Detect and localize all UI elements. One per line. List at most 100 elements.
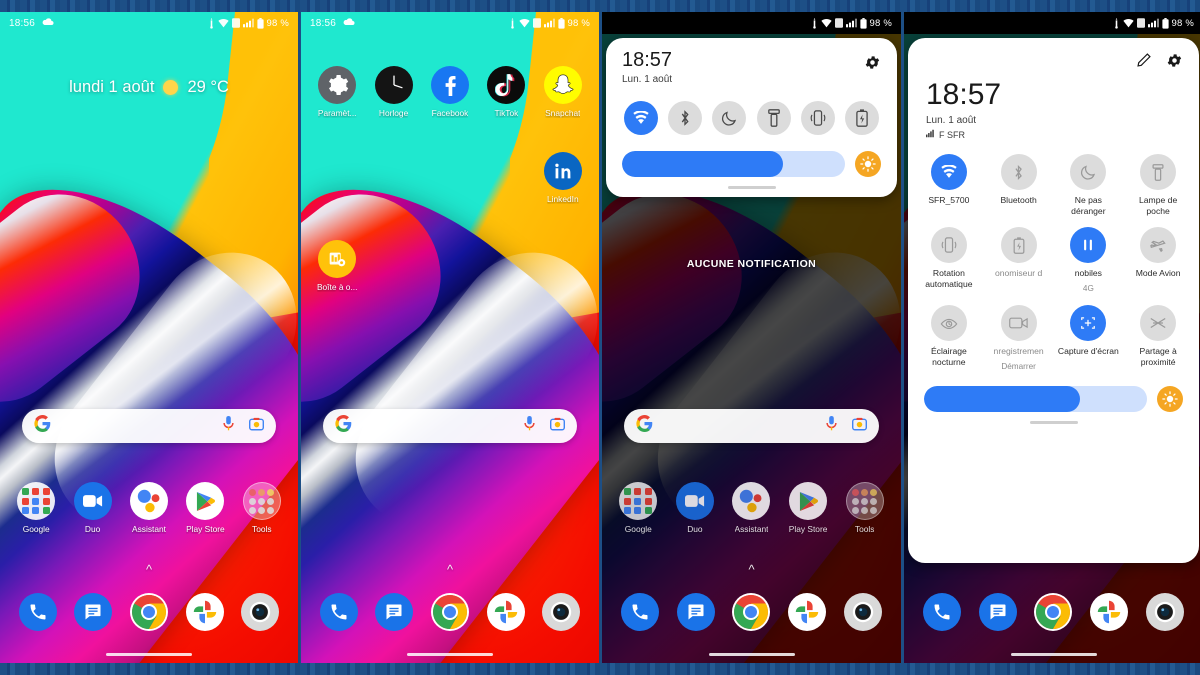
screen-record-icon: [1000, 305, 1037, 342]
toggle-flashlight[interactable]: [756, 101, 791, 135]
chrome-icon[interactable]: [129, 593, 168, 631]
lens-icon[interactable]: [550, 417, 565, 436]
app-google-folder[interactable]: Google: [610, 482, 667, 534]
tile-do-not-disturb[interactable]: Ne pas déranger: [1054, 154, 1124, 216]
nearby-share-icon: [1140, 305, 1177, 342]
app-assistant[interactable]: Assistant: [723, 482, 780, 534]
photos-icon[interactable]: [185, 593, 224, 631]
app-boite-a-outils[interactable]: Boîte à o...: [309, 240, 365, 292]
google-search-bar[interactable]: [22, 409, 276, 443]
drag-handle[interactable]: [1029, 421, 1078, 425]
gesture-bar[interactable]: [106, 653, 192, 656]
chrome-icon[interactable]: [1034, 593, 1073, 631]
phone-icon[interactable]: [922, 593, 961, 631]
app-google-folder[interactable]: Google: [8, 482, 64, 534]
tile-screenshot[interactable]: Capture d'écran: [1054, 305, 1124, 372]
app-facebook[interactable]: Facebook: [422, 66, 478, 118]
tile-mobile-data[interactable]: nobiles 4G: [1054, 227, 1124, 294]
lens-icon[interactable]: [852, 417, 867, 436]
tile-nearby-share[interactable]: Partage à proximité: [1123, 305, 1193, 372]
status-time: 18:56: [310, 17, 337, 29]
brightness-sl38[interactable]: [924, 386, 1147, 413]
tile-flashlight[interactable]: Lampe de poche: [1123, 154, 1193, 216]
pencil-icon[interactable]: [1136, 52, 1152, 74]
messages-icon[interactable]: [74, 593, 113, 631]
photos-icon[interactable]: [1090, 593, 1129, 631]
google-search-bar[interactable]: [323, 409, 577, 443]
app-drawer-arrow-icon[interactable]: ^: [602, 562, 901, 577]
app-tiktok[interactable]: TikTok: [478, 66, 534, 118]
phone-icon[interactable]: [18, 593, 57, 631]
tile-wifi[interactable]: SFR_5700: [914, 154, 984, 216]
gear-icon[interactable]: [1166, 52, 1183, 74]
app-snapchat[interactable]: Snapchat: [535, 66, 591, 118]
camera-icon[interactable]: [241, 593, 280, 631]
messages-icon[interactable]: [676, 593, 715, 631]
mic-icon[interactable]: [523, 416, 536, 436]
phone-icon[interactable]: [319, 593, 358, 631]
signal-icon: [1147, 18, 1159, 28]
app-horloge[interactable]: Horloge: [365, 66, 421, 118]
app-duo[interactable]: Duo: [64, 482, 120, 534]
chrome-icon[interactable]: [430, 593, 469, 631]
app-parametres[interactable]: Paramèt...: [309, 66, 365, 118]
messages-icon[interactable]: [978, 593, 1017, 631]
quick-settings-header: 18:57 Lun. 1 août: [606, 38, 897, 85]
app-tools-folder[interactable]: Tools: [836, 482, 893, 534]
toggle-wifi[interactable]: [624, 101, 658, 135]
drag-handle[interactable]: [727, 186, 776, 189]
battery-percent: 98 %: [1171, 17, 1194, 29]
google-search-bar[interactable]: [624, 409, 879, 443]
auto-brightness-button[interactable]: [855, 151, 881, 177]
camera-icon[interactable]: [1146, 593, 1185, 631]
mic-icon[interactable]: [825, 416, 838, 436]
panel-quick-settings-expanded: Google Duo Assistant Play Store: [904, 12, 1200, 663]
app-tools-folder[interactable]: Tools: [234, 482, 290, 534]
app-linkedin[interactable]: LinkedIn: [535, 152, 591, 204]
tile-auto-rotate[interactable]: Rotation automatique: [914, 227, 984, 294]
quick-settings-card: 18:57 Lun. 1 août F SFR SFR_5700 Bluetoo…: [908, 38, 1199, 563]
auto-brightness-button[interactable]: [1157, 386, 1183, 413]
camera-icon[interactable]: [542, 593, 581, 631]
app-drawer-arrow-icon[interactable]: ^: [0, 562, 298, 577]
google-g-icon: [335, 415, 352, 437]
gesture-bar[interactable]: [708, 653, 795, 656]
messages-icon[interactable]: [375, 593, 414, 631]
chrome-icon[interactable]: [732, 593, 771, 631]
toggle-do-not-disturb[interactable]: [712, 101, 747, 135]
phone-icon[interactable]: [620, 593, 659, 631]
tile-battery-saver[interactable]: onomiseur d: [984, 227, 1054, 294]
battery-percent: 98 %: [567, 17, 590, 29]
photos-icon[interactable]: [486, 593, 525, 631]
app-label: Paramèt...: [317, 108, 357, 118]
app-play-store[interactable]: Play Store: [177, 482, 233, 534]
photos-icon[interactable]: [788, 593, 827, 631]
quick-settings-header: [908, 38, 1199, 74]
tile-screen-record[interactable]: nregistremen Démarrer: [984, 305, 1054, 372]
tile-airplane-mode[interactable]: Mode Avion: [1123, 227, 1193, 294]
lens-icon[interactable]: [249, 417, 264, 436]
app-duo[interactable]: Duo: [667, 482, 724, 534]
app-label: Duo: [84, 524, 101, 534]
weather-widget[interactable]: lundi 1 août 29 °C: [0, 78, 298, 97]
tile-label: SFR_5700: [928, 195, 970, 205]
app-drawer-arrow-icon[interactable]: ^: [301, 562, 599, 577]
battery-percent: 98 %: [869, 17, 892, 29]
tile-bluetooth[interactable]: Bluetooth: [984, 154, 1054, 216]
clock-date: Lun. 1 août: [622, 74, 673, 85]
tile-night-light[interactable]: Éclairage nocturne: [914, 305, 984, 372]
app-assistant[interactable]: Assistant: [121, 482, 177, 534]
tile-label: nobiles: [1074, 268, 1102, 279]
gear-icon[interactable]: [864, 54, 881, 76]
app-play-store[interactable]: Play Store: [780, 482, 837, 534]
quick-settings-card: 18:57 Lun. 1 août: [606, 38, 897, 197]
gesture-bar[interactable]: [1010, 653, 1097, 656]
brightness-slider[interactable]: [622, 151, 845, 177]
mic-icon[interactable]: [222, 416, 235, 436]
toggle-auto-rotate[interactable]: [800, 101, 835, 135]
gesture-bar[interactable]: [407, 653, 493, 656]
toggle-battery-saver[interactable]: [844, 101, 879, 135]
toggle-bluetooth[interactable]: [668, 101, 703, 135]
app-label: LinkedIn: [546, 194, 579, 204]
camera-icon[interactable]: [844, 593, 883, 631]
